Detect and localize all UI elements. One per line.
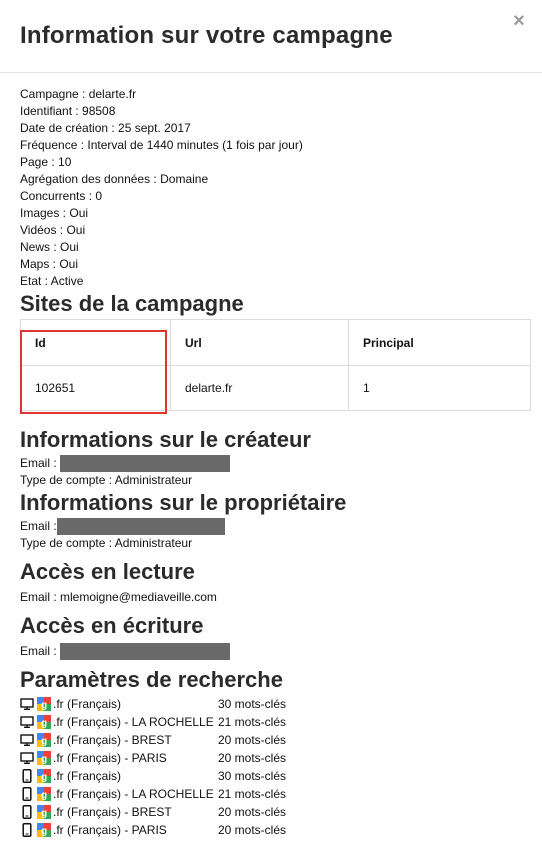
search-params-title: Paramètres de recherche <box>20 667 283 692</box>
owner-title: Informations sur le propriétaire <box>20 490 347 515</box>
creator-email-label: Email : <box>20 456 57 470</box>
google-icon: g <box>36 822 52 838</box>
creator-account-type: Type de compte : Administrateur <box>20 473 193 487</box>
write-access-email-label: Email : <box>20 644 57 658</box>
modal-title: Information sur votre campagne <box>20 22 393 49</box>
column-header-url: Url <box>170 319 349 366</box>
search-param-label: .fr (Français) - BREST <box>53 805 172 819</box>
campaign-info: Campagne : delarte.fr Identifiant : 9850… <box>20 86 531 290</box>
google-icon: g <box>36 768 52 784</box>
desktop-icon <box>20 698 34 710</box>
list-item: g .fr (Français) - BREST 20 mots-clés <box>20 731 531 749</box>
keyword-count: 20 mots-clés <box>218 805 287 819</box>
google-icon: g <box>36 786 52 802</box>
sites-table: Id Url Principal 102651 delarte.fr 1 <box>20 319 531 411</box>
google-icon: g <box>36 804 52 820</box>
owner-email: Email : <box>20 518 531 535</box>
modal-body: Campagne : delarte.fr Identifiant : 9850… <box>20 86 531 839</box>
close-icon[interactable]: × <box>508 8 530 34</box>
write-access-title: Accès en écriture <box>20 613 204 638</box>
svg-text:g: g <box>41 808 47 819</box>
keyword-count: 20 mots-clés <box>218 751 287 765</box>
list-item: g .fr (Français) 30 mots-clés <box>20 695 531 713</box>
mobile-icon <box>20 787 34 801</box>
mobile-icon <box>20 805 34 819</box>
desktop-icon <box>20 752 34 764</box>
svg-text:g: g <box>41 754 47 765</box>
svg-text:g: g <box>41 826 47 837</box>
info-competitors: Concurrents : 0 <box>20 189 103 203</box>
search-param-label: .fr (Français) - BREST <box>53 733 172 747</box>
keyword-count: 30 mots-clés <box>218 769 287 783</box>
google-icon: g <box>36 732 52 748</box>
info-page: Page : 10 <box>20 155 72 169</box>
redacted-email <box>60 643 231 660</box>
table-row: 102651 delarte.fr 1 <box>20 365 531 411</box>
column-header-id: Id <box>20 319 171 366</box>
owner-section: Informations sur le propriétaire Email :… <box>20 489 531 552</box>
creator-section: Informations sur le créateur Email : Typ… <box>20 426 531 489</box>
list-item: g .fr (Français) 30 mots-clés <box>20 767 531 785</box>
list-item: g .fr (Français) - PARIS 20 mots-clés <box>20 821 531 839</box>
info-videos: Vidéos : Oui <box>20 223 86 237</box>
info-images: Images : Oui <box>20 206 89 220</box>
list-item: g .fr (Français) - BREST 20 mots-clés <box>20 803 531 821</box>
list-item: g .fr (Français) - LA ROCHELLE 21 mots-clé… <box>20 785 531 803</box>
svg-text:g: g <box>41 700 47 711</box>
owner-email-label: Email : <box>20 519 57 533</box>
info-aggregation: Agrégation des données : Domaine <box>20 172 209 186</box>
google-icon: g <box>36 750 52 766</box>
write-access-email: Email : <box>20 643 531 660</box>
svg-text:g: g <box>41 772 47 783</box>
desktop-icon <box>20 716 34 728</box>
desktop-icon <box>20 734 34 746</box>
column-header-principal: Principal <box>348 319 531 366</box>
search-params-list: g .fr (Français) 30 mots-clés g .fr (Françai… <box>20 695 531 839</box>
mobile-icon <box>20 769 34 783</box>
info-state: Etat : Active <box>20 274 84 288</box>
info-created: Date de création : 25 sept. 2017 <box>20 121 191 135</box>
read-access-email: Email : mlemoigne@mediaveille.com <box>20 590 217 604</box>
read-access-section: Accès en lecture Email : mlemoigne@media… <box>20 558 531 606</box>
read-access-title: Accès en lecture <box>20 559 195 584</box>
search-param-label: .fr (Français) - LA ROCHELLE <box>53 715 214 729</box>
mobile-icon <box>20 823 34 837</box>
keyword-count: 21 mots-clés <box>218 715 287 729</box>
search-params-section: Paramètres de recherche g .fr (Français) 3… <box>20 666 531 839</box>
info-identifier: Identifiant : 98508 <box>20 104 116 118</box>
cell-principal: 1 <box>348 365 531 411</box>
svg-text:g: g <box>41 736 47 747</box>
keyword-count: 20 mots-clés <box>218 733 287 747</box>
info-news: News : Oui <box>20 240 79 254</box>
keyword-count: 30 mots-clés <box>218 697 287 711</box>
cell-url: delarte.fr <box>170 365 349 411</box>
google-icon: g <box>36 714 52 730</box>
list-item: g .fr (Français) - PARIS 20 mots-clés <box>20 749 531 767</box>
search-param-label: .fr (Français) - PARIS <box>53 751 167 765</box>
search-param-label: .fr (Français) <box>53 697 122 711</box>
info-campaign: Campagne : delarte.fr <box>20 87 137 101</box>
info-maps: Maps : Oui <box>20 257 79 271</box>
search-param-label: .fr (Français) <box>53 769 122 783</box>
owner-account-type: Type de compte : Administrateur <box>20 536 193 550</box>
creator-title: Informations sur le créateur <box>20 427 311 452</box>
keyword-count: 21 mots-clés <box>218 787 287 801</box>
sites-title: Sites de la campagne <box>20 291 244 316</box>
creator-email: Email : <box>20 455 531 472</box>
svg-text:g: g <box>41 790 47 801</box>
redacted-email <box>60 455 231 472</box>
cell-id: 102651 <box>20 365 171 411</box>
search-param-label: .fr (Français) - PARIS <box>53 823 167 837</box>
google-icon: g <box>36 696 52 712</box>
keyword-count: 20 mots-clés <box>218 823 287 837</box>
table-header-row: Id Url Principal <box>20 319 531 366</box>
svg-text:g: g <box>41 718 47 729</box>
info-frequency: Fréquence : Interval de 1440 minutes (1 … <box>20 138 303 152</box>
modal-header: Information sur votre campagne × <box>0 0 542 73</box>
write-access-section: Accès en écriture Email : <box>20 612 531 660</box>
list-item: g .fr (Français) - LA ROCHELLE 21 mots-clé… <box>20 713 531 731</box>
search-param-label: .fr (Français) - LA ROCHELLE <box>53 787 214 801</box>
redacted-email <box>56 518 225 535</box>
